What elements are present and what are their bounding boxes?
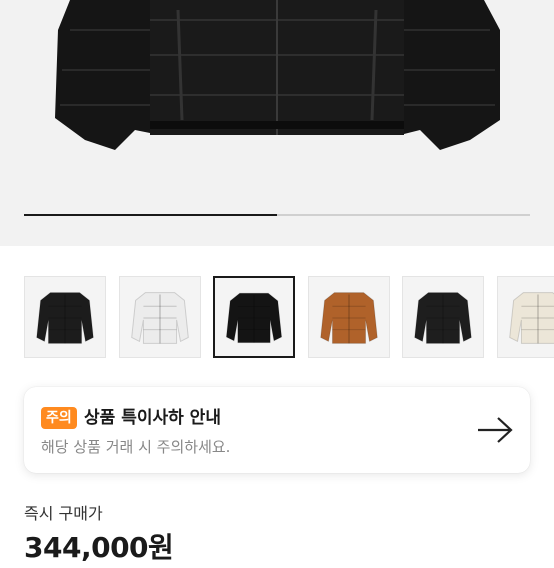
jacket-thumbnail-image — [403, 277, 483, 357]
jacket-thumbnail-image — [309, 277, 389, 357]
warning-badge: 주의 — [41, 407, 77, 429]
thumbnail-item[interactable] — [308, 276, 390, 358]
instant-buy-label: 즉시 구매가 — [24, 503, 103, 525]
instant-buy-price: 344,000원 — [24, 528, 173, 568]
thumbnail-item[interactable] — [497, 276, 554, 358]
product-image-carousel[interactable] — [0, 0, 554, 246]
gallery-progress-fill — [24, 214, 277, 216]
gallery-progress-bar — [24, 214, 530, 216]
arrow-right-icon[interactable] — [476, 415, 514, 445]
thumbnail-item[interactable] — [24, 276, 106, 358]
thumbnail-item[interactable] — [402, 276, 484, 358]
notice-subtitle: 해당 상품 거래 시 주의하세요. — [41, 437, 230, 457]
jacket-thumbnail-image — [215, 278, 293, 356]
notice-title: 상품 특이사하 안내 — [84, 406, 221, 430]
jacket-thumbnail-image — [25, 277, 105, 357]
jacket-thumbnail-image — [498, 277, 554, 357]
thumbnail-item[interactable] — [119, 276, 201, 358]
thumbnail-strip[interactable] — [24, 276, 554, 358]
product-main-image — [0, 0, 554, 246]
jacket-thumbnail-image — [120, 277, 200, 357]
notice-card[interactable]: 주의 상품 특이사하 안내 해당 상품 거래 시 주의하세요. — [24, 387, 530, 473]
thumbnail-item[interactable] — [213, 276, 295, 358]
